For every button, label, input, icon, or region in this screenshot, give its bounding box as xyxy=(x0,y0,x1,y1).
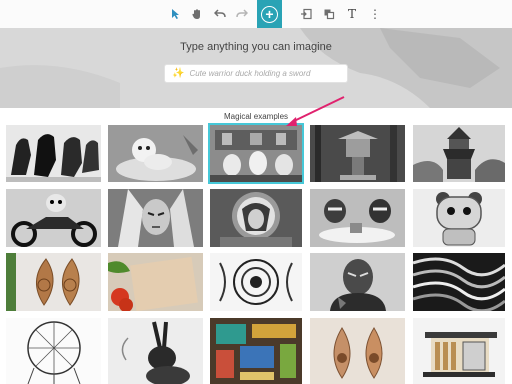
layers-icon[interactable] xyxy=(319,4,339,24)
more-vertical-icon[interactable]: ⋮ xyxy=(365,4,385,24)
example-tile-robot-bear[interactable] xyxy=(413,189,505,247)
example-tile-japanese-lantern-forest[interactable] xyxy=(310,125,405,182)
example-tile-wooden-earrings[interactable] xyxy=(310,318,405,384)
example-tile-ducks-in-kitchen[interactable] xyxy=(208,123,304,184)
example-tile-horses[interactable] xyxy=(6,125,101,182)
import-icon[interactable] xyxy=(296,4,316,24)
hero-title: Type anything you can imagine xyxy=(180,41,332,53)
example-tile-carved-wood-earrings[interactable] xyxy=(6,253,101,311)
examples-heading: Magical examples xyxy=(223,112,289,121)
sparkles-icon: ✨ xyxy=(172,68,185,79)
app-window: + T ⋮ Type anything you can imagine ✨ Cu… xyxy=(0,0,512,384)
example-tile-astronaut-woman[interactable] xyxy=(210,189,302,247)
example-tile-orc-warrior[interactable] xyxy=(310,253,405,311)
example-tile-raccoons-tea-party[interactable] xyxy=(310,189,405,247)
example-tile-rabbit-ink-drawing[interactable] xyxy=(108,318,203,384)
plus-circle-icon: + xyxy=(261,5,278,23)
undo-icon[interactable] xyxy=(210,4,230,24)
example-tile-abstract-waves[interactable] xyxy=(413,253,505,311)
cursor-icon[interactable] xyxy=(165,4,185,24)
example-tile-colorful-circuit-board[interactable] xyxy=(210,318,302,384)
add-button[interactable]: + xyxy=(257,0,282,28)
prompt-placeholder: Cute warrior duck holding a sword xyxy=(189,69,311,78)
example-tile-mandala-octopus[interactable] xyxy=(210,253,302,311)
redo-icon[interactable] xyxy=(232,4,252,24)
example-tile-elf-warrior-woman[interactable] xyxy=(108,189,203,247)
hand-icon[interactable] xyxy=(187,4,207,24)
prompt-input[interactable]: ✨ Cute warrior duck holding a sword xyxy=(164,64,348,83)
example-tile-dreamcatcher-sketch[interactable] xyxy=(6,318,101,384)
text-icon[interactable]: T xyxy=(342,4,362,24)
example-tile-vegetables-on-board[interactable] xyxy=(108,253,203,311)
example-tile-ornate-temple-tower[interactable] xyxy=(413,125,505,182)
prompt-hero: Type anything you can imagine ✨ Cute war… xyxy=(0,28,512,108)
example-tile-alien-motorcycle[interactable] xyxy=(6,189,101,247)
example-tile-dog-in-teacup[interactable] xyxy=(108,125,203,182)
top-toolbar: + T ⋮ xyxy=(0,0,512,29)
example-tile-modern-house-model[interactable] xyxy=(413,318,505,384)
